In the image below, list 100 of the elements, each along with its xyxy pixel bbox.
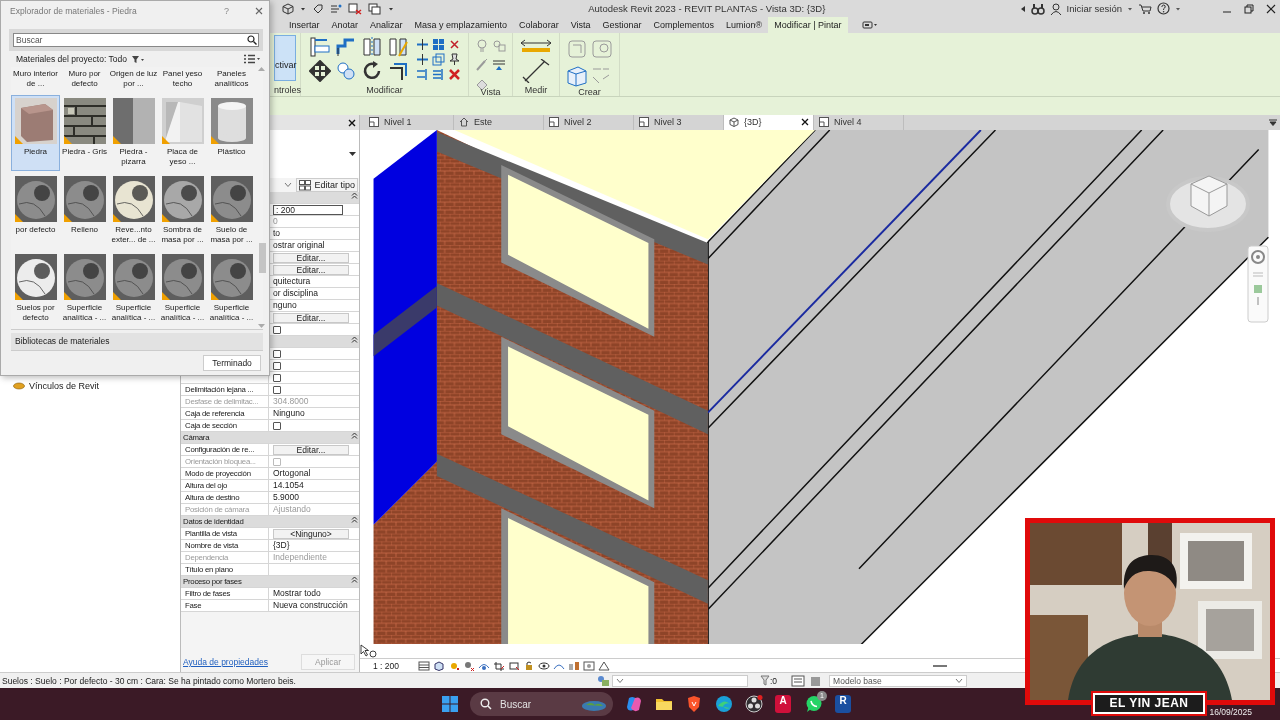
restore-icon[interactable] [1244, 3, 1254, 14]
material-tile[interactable]: Superficie analítica - ... [207, 251, 256, 327]
edit-button[interactable]: Editar... [273, 312, 349, 323]
caret-icon[interactable] [300, 5, 306, 12]
collapse-icon[interactable] [351, 336, 358, 343]
multi-trim-icon[interactable] [431, 68, 445, 81]
material-name[interactable]: Paneles analíticos [207, 67, 256, 93]
switch-windows-icon[interactable] [368, 2, 382, 15]
view-tab[interactable]: Nivel 1 [364, 115, 454, 130]
model-dropdown[interactable]: Modelo base [829, 674, 968, 687]
dropdown-caret-icon[interactable] [349, 151, 356, 157]
shield-app-icon[interactable] [685, 695, 703, 713]
collapse-icon[interactable] [351, 576, 358, 583]
close-icon[interactable] [1266, 3, 1276, 14]
material-tile[interactable]: Placa de yeso ... [158, 95, 207, 171]
rotate-icon[interactable] [361, 60, 383, 82]
material-tile[interactable]: Superficie analítica - ... [109, 251, 158, 327]
thin-lines-icon[interactable] [330, 2, 342, 15]
material-tile[interactable]: Suelo de masa por ... [207, 173, 256, 249]
tag-icon[interactable] [312, 2, 324, 15]
checkbox[interactable] [273, 361, 281, 370]
caret-left-icon[interactable] [1019, 4, 1026, 13]
ribbon-tab[interactable]: Anotar [325, 17, 365, 33]
align-icon[interactable] [309, 36, 331, 58]
value-field[interactable]: : 200 [273, 204, 343, 215]
view-tab[interactable]: Nivel 2 [544, 115, 634, 130]
pin-icon[interactable] [447, 53, 461, 66]
detail-level-icon[interactable] [418, 660, 430, 671]
collapse-icon[interactable] [351, 516, 358, 523]
collapse-icon[interactable] [351, 432, 358, 439]
material-name[interactable]: Muro por defecto [60, 67, 109, 93]
sign-in-link[interactable]: Iniciar sesión [1066, 3, 1122, 14]
assembly-icon[interactable] [566, 65, 588, 87]
trim-icon[interactable] [387, 60, 409, 82]
help-link[interactable]: Ayuda de propiedades [183, 657, 268, 667]
sun-path-icon[interactable] [448, 660, 460, 671]
tree-item[interactable]: Vínculos de Revit [29, 381, 100, 391]
move-icon[interactable] [309, 60, 331, 82]
array-icon[interactable] [431, 38, 445, 51]
delete-icon[interactable] [447, 68, 461, 81]
offset-icon[interactable] [335, 36, 357, 58]
search-icon[interactable] [247, 35, 257, 45]
checkbox[interactable] [273, 349, 281, 358]
edit-button[interactable]: Editar... [273, 252, 349, 263]
split-icon[interactable] [415, 38, 429, 51]
caret-icon[interactable] [1127, 5, 1133, 12]
help-icon[interactable] [1157, 2, 1170, 15]
design-options-icon[interactable] [791, 674, 806, 687]
material-tile[interactable]: Superficie analítica - ... [60, 251, 109, 327]
cart-icon[interactable] [1138, 2, 1152, 15]
material-tile[interactable]: Superficie analítica - ... [158, 251, 207, 327]
crop-view-icon[interactable] [493, 660, 505, 671]
temporary-hide-icon[interactable] [538, 660, 550, 671]
scale-label[interactable]: 1 : 200 [373, 660, 399, 671]
ribbon-tab[interactable]: Modificar | Pintar [768, 17, 848, 33]
close-icon[interactable] [801, 118, 809, 127]
scroll-thumb[interactable] [259, 243, 266, 273]
material-tile[interactable]: Piedra - pizarra [109, 95, 158, 171]
thin-lines-icon[interactable] [492, 58, 506, 71]
material-name[interactable]: Muro interior de ... [11, 67, 60, 93]
highlight-icon[interactable] [583, 660, 595, 671]
activate-button[interactable]: ctivar [274, 35, 296, 81]
material-tile[interactable]: Relleno [60, 173, 109, 249]
collapse-icon[interactable] [351, 192, 358, 199]
view-tab[interactable]: Este [454, 115, 544, 130]
scrollbar[interactable] [258, 67, 265, 329]
ribbon-tab[interactable]: Complementos [647, 17, 721, 33]
material-tile[interactable]: Plástico [207, 95, 256, 171]
library-bar[interactable]: Bibliotecas de materiales [11, 333, 263, 351]
ribbon-tab[interactable]: Masa y emplazamiento [408, 17, 514, 33]
tab-menu-icon[interactable] [1269, 118, 1277, 126]
ribbon-tab[interactable]: Insertar [283, 17, 326, 33]
start-button[interactable] [442, 696, 458, 712]
worksets-icon[interactable] [596, 674, 610, 687]
ribbon-tab[interactable]: Vista [564, 17, 597, 33]
ribbon-tab[interactable]: Colaborar [513, 17, 565, 33]
ribbon-tab[interactable]: Gestionar [596, 17, 648, 33]
checkbox[interactable] [273, 373, 281, 382]
edit-button[interactable]: Editar... [273, 264, 349, 275]
view-tab[interactable]: Nivel 4 [814, 115, 904, 130]
chevron-down-icon[interactable] [284, 182, 293, 188]
material-tile[interactable]: Reve...nto exter... de ... [109, 173, 158, 249]
letter-app-icon[interactable]: A [775, 695, 791, 713]
binoculars-icon[interactable] [1030, 2, 1045, 15]
link-icon[interactable] [13, 382, 25, 390]
record-app-icon[interactable] [745, 695, 763, 713]
caret-icon[interactable] [388, 5, 394, 12]
unlocked-icon[interactable] [523, 660, 535, 671]
shadows-icon[interactable] [463, 660, 475, 671]
wave-app-icon[interactable] [715, 695, 733, 713]
material-tile[interactable]: Sombra de masa por ... [158, 173, 207, 249]
caret-icon[interactable] [1175, 5, 1181, 12]
ribbon-tab[interactable]: Analizar [364, 17, 409, 33]
show-crop-icon[interactable] [508, 660, 520, 671]
user-icon[interactable] [1049, 2, 1062, 15]
material-name[interactable]: Origen de luz por ... [109, 67, 158, 93]
list-view-icon[interactable] [243, 54, 261, 64]
close-icon[interactable] [348, 118, 356, 127]
material-tile[interactable]: Piedra [11, 95, 60, 171]
filter-label[interactable]: Materiales del proyecto: Todo [16, 54, 127, 64]
